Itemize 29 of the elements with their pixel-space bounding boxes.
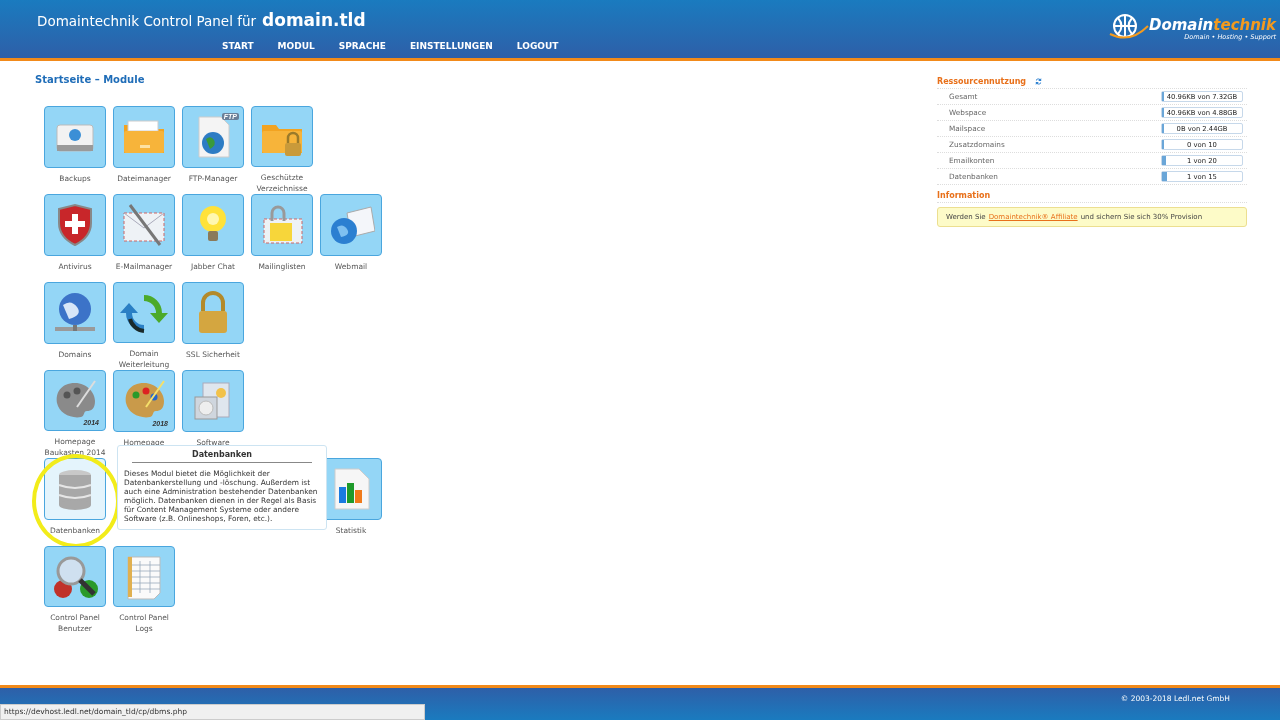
module-tile[interactable] xyxy=(182,282,244,344)
domain-name: domain.tld xyxy=(262,10,366,30)
module-tile[interactable] xyxy=(44,282,106,344)
refresh-icon[interactable] xyxy=(1034,77,1044,86)
section-title: Ressourcennutzung xyxy=(937,77,1027,86)
module-tile[interactable] xyxy=(113,546,175,607)
nav-link[interactable]: SPRACHE xyxy=(338,41,386,51)
section-title: Information xyxy=(937,191,991,200)
nav-link[interactable]: LOGOUT xyxy=(516,41,559,51)
module-tile[interactable] xyxy=(251,106,313,167)
nav-link[interactable]: MODUL xyxy=(277,41,315,51)
module-tile[interactable] xyxy=(44,106,106,168)
module-tile[interactable] xyxy=(44,194,106,256)
module-tile[interactable] xyxy=(251,194,313,256)
module-tile[interactable] xyxy=(182,370,244,432)
panel-title: Domaintechnik Control Panel für xyxy=(37,13,257,29)
nav-link[interactable]: EINSTELLUNGEN xyxy=(409,41,493,51)
module-tile[interactable] xyxy=(113,282,175,343)
page-title: Startseite – Module xyxy=(35,74,146,85)
module-tile[interactable] xyxy=(44,458,106,520)
module-tile[interactable] xyxy=(44,546,106,607)
module-tile[interactable] xyxy=(113,106,175,168)
tooltip-title: Datenbanken xyxy=(132,450,312,463)
module-tile[interactable] xyxy=(182,194,244,256)
module-tile[interactable] xyxy=(320,194,382,256)
logo-wordmark: Domain xyxy=(1148,16,1214,34)
logo-wordmark-accent: technik xyxy=(1213,16,1276,34)
module-tile[interactable] xyxy=(113,194,175,256)
nav-link[interactable]: START xyxy=(222,41,254,51)
